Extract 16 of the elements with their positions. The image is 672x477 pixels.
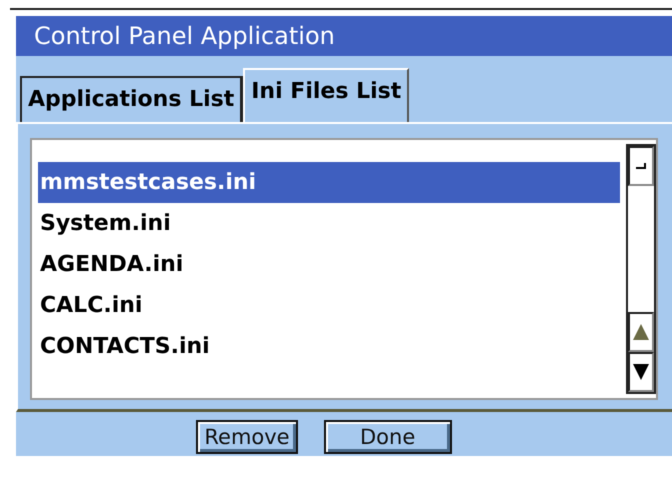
down-arrow-icon <box>632 363 650 381</box>
done-button[interactable]: Done <box>324 420 452 454</box>
scroll-thumb[interactable] <box>628 146 654 186</box>
scroll-down-button[interactable] <box>628 352 654 392</box>
remove-button[interactable]: Remove <box>196 420 298 454</box>
window-title: Control Panel Application <box>16 16 672 56</box>
up-arrow-icon <box>632 323 650 341</box>
file-item[interactable]: CONTACTS.ini <box>38 326 620 367</box>
tab[interactable]: Applications List <box>20 76 244 122</box>
file-item[interactable]: CALC.ini <box>38 285 620 326</box>
file-item[interactable]: System.ini <box>38 203 620 244</box>
scroll-up-button[interactable] <box>628 312 654 352</box>
file-item[interactable]: mmstestcases.ini <box>38 162 620 203</box>
file-item[interactable]: AGENDA.ini <box>38 244 620 285</box>
scrollbar[interactable] <box>626 144 656 394</box>
tab[interactable]: Ini Files List <box>243 68 410 122</box>
